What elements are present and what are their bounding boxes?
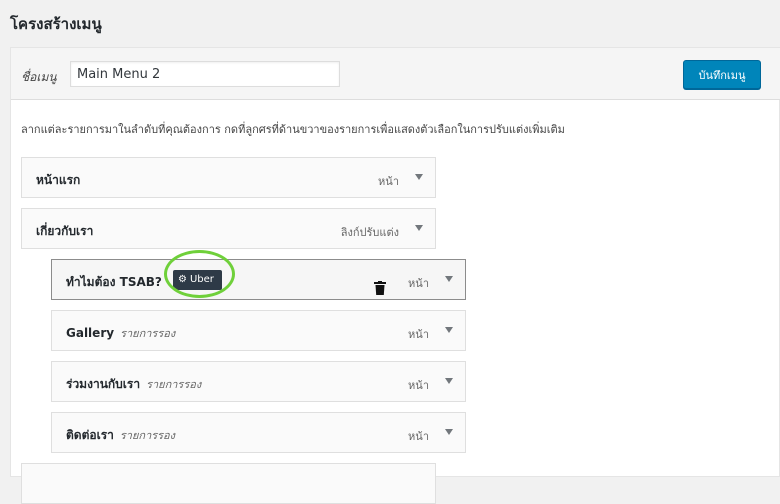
menu-item-title: เกี่ยวกับเรา — [36, 224, 94, 238]
menu-item-title: ทำไมต้อง TSAB? — [66, 275, 162, 289]
chevron-down-icon[interactable] — [445, 378, 453, 384]
menu-header: ชื่อเมนู บันทึกเมนู — [11, 48, 780, 100]
chevron-down-icon[interactable] — [445, 327, 453, 333]
menu-item-why-tsab[interactable]: ทำไมต้อง TSAB? ⚙ Uber หน้า — [51, 259, 466, 300]
menu-name-label: ชื่อเมนู — [21, 70, 57, 84]
menu-item-home[interactable]: หน้าแรก หน้า — [21, 157, 436, 198]
menu-item-type: หน้า — [408, 430, 429, 443]
menu-item-type: หน้า — [408, 379, 429, 392]
menu-item-contact[interactable]: ติดต่อเรา รายการรอง หน้า — [51, 412, 466, 453]
menu-instructions: ลากแต่ละรายการมาในลำดับที่คุณต้องการ กดท… — [21, 123, 565, 136]
uber-badge-label: Uber — [189, 274, 214, 285]
menu-item-title: ร่วมงานกับเรา รายการรอง — [66, 375, 201, 394]
menu-item-type: หน้า — [408, 277, 429, 290]
menu-item-title-text: Gallery — [66, 326, 115, 340]
save-menu-button[interactable]: บันทึกเมนู — [683, 60, 761, 89]
menu-item-title-text: ร่วมงานกับเรา — [66, 377, 141, 391]
chevron-down-icon[interactable] — [415, 225, 423, 231]
chevron-down-icon[interactable] — [415, 174, 423, 180]
menu-item-title: ติดต่อเรา รายการรอง — [66, 426, 175, 445]
page-title: โครงสร้างเมนู — [10, 15, 102, 33]
uber-menu-badge[interactable]: ⚙ Uber — [173, 270, 222, 290]
menu-panel: ชื่อเมนู บันทึกเมนู ลากแต่ละรายการมาในลำ… — [10, 47, 780, 504]
menu-item-about[interactable]: เกี่ยวกับเรา ลิงก์ปรับแต่ง — [21, 208, 436, 249]
menu-item-subitem-label: รายการรอง — [146, 378, 202, 391]
menu-item-title: หน้าแรก — [36, 173, 81, 187]
menu-item-title: Gallery รายการรอง — [66, 324, 175, 342]
menu-item-title-text: ติดต่อเรา — [66, 428, 114, 442]
menu-name-input[interactable] — [70, 61, 340, 87]
menu-item-subitem-label: รายการรอง — [120, 327, 176, 340]
trash-icon[interactable] — [374, 281, 386, 295]
chevron-down-icon[interactable] — [445, 429, 453, 435]
menu-item-gallery[interactable]: Gallery รายการรอง หน้า — [51, 310, 466, 351]
menu-item-subitem-label: รายการรอง — [119, 429, 176, 442]
menu-item-type: หน้า — [408, 328, 429, 341]
chevron-down-icon[interactable] — [445, 276, 453, 282]
gear-icon: ⚙ — [178, 274, 187, 285]
menu-item-careers[interactable]: ร่วมงานกับเรา รายการรอง หน้า — [51, 361, 466, 402]
menu-item-type: ลิงก์ปรับแต่ง — [340, 226, 399, 239]
menu-item-partial[interactable] — [21, 463, 436, 504]
menu-item-type: หน้า — [378, 175, 399, 188]
